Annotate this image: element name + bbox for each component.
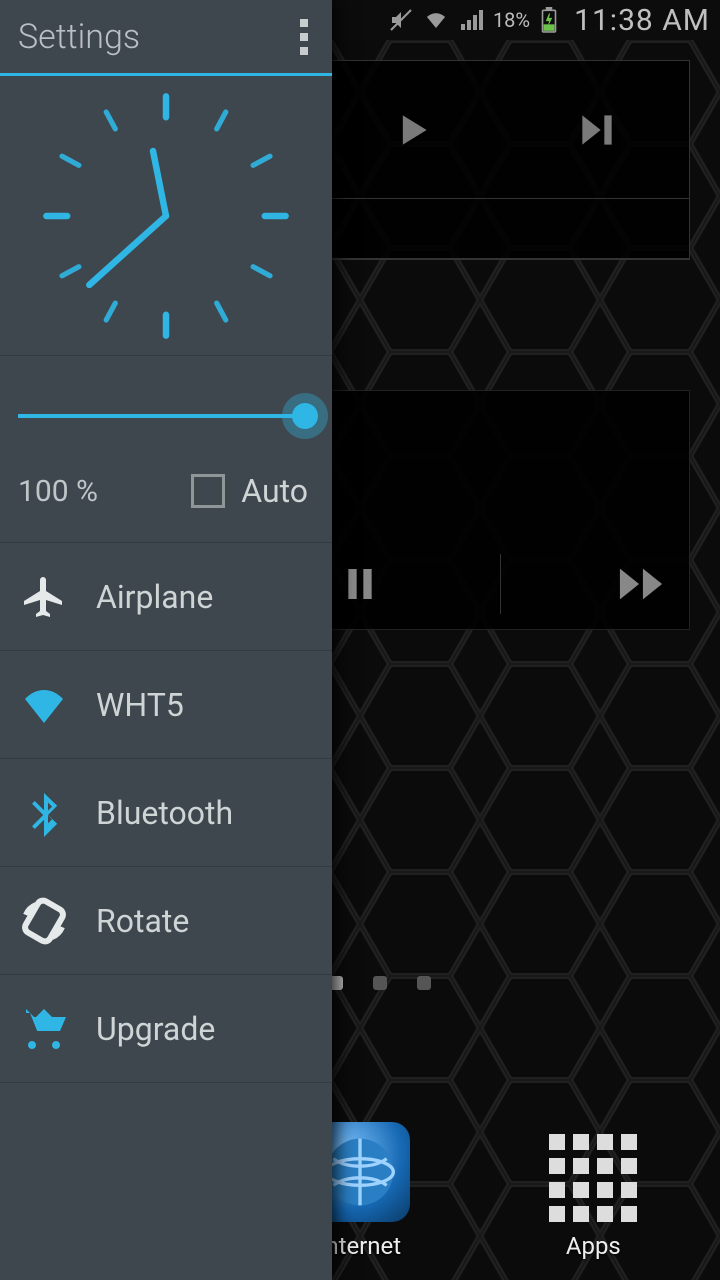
- pause-button[interactable]: [332, 556, 388, 612]
- signal-icon: [459, 8, 483, 32]
- brightness-slider[interactable]: [18, 396, 314, 436]
- dock-item-apps[interactable]: Apps: [533, 1134, 653, 1260]
- page-dot[interactable]: [373, 976, 387, 990]
- rotate-icon: [18, 895, 70, 947]
- next-button[interactable]: [569, 102, 625, 158]
- mute-icon: [389, 8, 413, 32]
- menu-label: Upgrade: [96, 1010, 215, 1048]
- forward-button[interactable]: [613, 556, 669, 612]
- menu-label: Bluetooth: [96, 794, 233, 832]
- auto-brightness-checkbox[interactable]: [191, 474, 225, 508]
- overflow-menu-button[interactable]: [294, 13, 314, 61]
- apps-grid-icon: [549, 1134, 637, 1222]
- settings-panel: Settings: [0, 0, 332, 1280]
- menu-item-wifi[interactable]: WHT5: [0, 651, 332, 759]
- analog-clock[interactable]: [0, 76, 332, 356]
- bluetooth-icon: [18, 787, 70, 839]
- battery-percent: 18%: [493, 8, 530, 32]
- panel-title: Settings: [18, 17, 140, 57]
- dock-label: Apps: [566, 1232, 621, 1260]
- menu-label: Airplane: [96, 578, 213, 616]
- clock-minute-hand: [89, 216, 166, 285]
- menu-label: Rotate: [96, 902, 189, 940]
- airplane-icon: [18, 571, 70, 623]
- battery-charging-icon: [540, 7, 558, 33]
- upgrade-cart-icon: [18, 1003, 70, 1055]
- brightness-section: 100 % Auto: [0, 356, 332, 543]
- menu-item-bluetooth[interactable]: Bluetooth: [0, 759, 332, 867]
- menu-label: WHT5: [96, 686, 184, 724]
- status-clock: 11:38 AM: [574, 3, 710, 38]
- panel-header: Settings: [0, 0, 332, 76]
- auto-brightness-label: Auto: [241, 472, 308, 510]
- menu-item-rotate[interactable]: Rotate: [0, 867, 332, 975]
- wifi-icon: [18, 679, 70, 731]
- clock-hour-hand: [153, 151, 166, 216]
- play-button[interactable]: [384, 102, 440, 158]
- menu-item-airplane[interactable]: Airplane: [0, 543, 332, 651]
- page-dot[interactable]: [417, 976, 431, 990]
- brightness-percent: 100 %: [18, 474, 98, 509]
- menu-item-upgrade[interactable]: Upgrade: [0, 975, 332, 1083]
- wifi-icon: [423, 8, 449, 32]
- slider-thumb[interactable]: [292, 403, 318, 429]
